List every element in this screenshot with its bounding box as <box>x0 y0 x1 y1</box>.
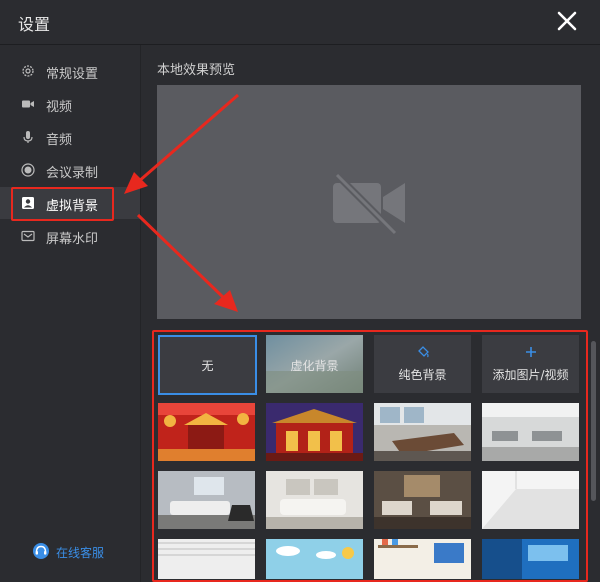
white-sofa-room-image <box>266 471 363 529</box>
background-options-grid: 无 虚化背景 纯色背景 添加图片/视频 <box>155 333 583 579</box>
sidebar-item-label: 常规设置 <box>46 67 99 82</box>
sidebar-item-label: 会议录制 <box>46 166 99 181</box>
sidebar-item-watermark[interactable]: 屏幕水印 <box>0 220 140 252</box>
preview-title: 本地效果预览 <box>157 63 236 78</box>
background-thumbnail[interactable] <box>482 403 579 461</box>
background-thumbnail[interactable] <box>158 471 255 529</box>
option-solid-color[interactable]: 纯色背景 <box>374 335 471 393</box>
watermark-icon <box>21 230 35 242</box>
title-bar: 设置 <box>0 0 600 45</box>
video-camera-icon <box>22 100 34 108</box>
spring-festival-gate-image <box>266 403 363 461</box>
microphone-icon <box>23 131 33 143</box>
option-blur[interactable]: 虚化背景 <box>266 335 363 393</box>
local-preview <box>157 85 581 319</box>
sidebar-item-general[interactable]: 常规设置 <box>0 55 140 87</box>
sidebar-item-label: 虚拟背景 <box>46 199 99 214</box>
option-label: 添加图片/视频 <box>492 368 569 382</box>
dark-living-room-image <box>374 471 471 529</box>
scrollbar-thumb[interactable] <box>591 341 596 501</box>
background-thumbnail[interactable] <box>266 539 363 579</box>
option-label: 虚化背景 <box>290 359 339 373</box>
record-icon <box>21 163 35 177</box>
virtual-background-panel: 本地效果预览 无 虚化背景 纯色背景 添加图片/视频 <box>141 45 600 582</box>
headset-icon <box>33 543 49 559</box>
close-button[interactable] <box>554 8 580 34</box>
background-thumbnail[interactable] <box>374 539 471 579</box>
meeting-room-image <box>374 403 471 461</box>
option-none[interactable]: 无 <box>158 335 257 395</box>
sidebar-item-label: 屏幕水印 <box>46 232 99 247</box>
kids-shelf-image <box>374 539 471 579</box>
options-scrollbar[interactable] <box>589 333 597 579</box>
gear-icon <box>22 65 34 77</box>
window-title: 设置 <box>18 15 51 34</box>
online-service-label: 在线客服 <box>56 546 105 560</box>
plus-icon <box>526 347 536 357</box>
background-thumbnail[interactable] <box>158 403 255 461</box>
open-office-image <box>482 403 579 461</box>
spring-festival-lantern-image <box>158 403 255 461</box>
background-thumbnail[interactable] <box>374 471 471 529</box>
blank-white-room-image <box>482 471 579 529</box>
background-thumbnail[interactable] <box>158 539 255 579</box>
sidebar-item-video[interactable]: 视频 <box>0 88 140 120</box>
blue-office-image <box>482 539 579 579</box>
settings-sidebar: 常规设置 视频 音频 会议录制 虚拟背景 屏幕水印 在线客服 <box>0 45 141 582</box>
background-thumbnail[interactable] <box>482 471 579 529</box>
camera-off-icon <box>333 172 405 236</box>
background-thumbnail[interactable] <box>266 403 363 461</box>
cartoon-sky-image <box>266 539 363 579</box>
sidebar-item-recording[interactable]: 会议录制 <box>0 154 140 186</box>
option-label: 无 <box>201 359 214 373</box>
sidebar-item-label: 视频 <box>46 100 73 115</box>
sidebar-item-label: 音频 <box>46 133 73 148</box>
white-ceiling-image <box>158 539 255 579</box>
paint-bucket-icon <box>418 346 429 358</box>
close-icon <box>557 11 577 31</box>
person-card-icon <box>22 197 34 209</box>
background-thumbnail[interactable] <box>482 539 579 579</box>
option-label: 纯色背景 <box>398 368 447 382</box>
living-room-image <box>158 471 255 529</box>
background-thumbnail[interactable] <box>374 403 471 461</box>
sidebar-item-audio[interactable]: 音频 <box>0 121 140 153</box>
background-thumbnail[interactable] <box>266 471 363 529</box>
option-add-media[interactable]: 添加图片/视频 <box>482 335 579 393</box>
sidebar-item-virtual-background[interactable]: 虚拟背景 <box>0 187 140 219</box>
